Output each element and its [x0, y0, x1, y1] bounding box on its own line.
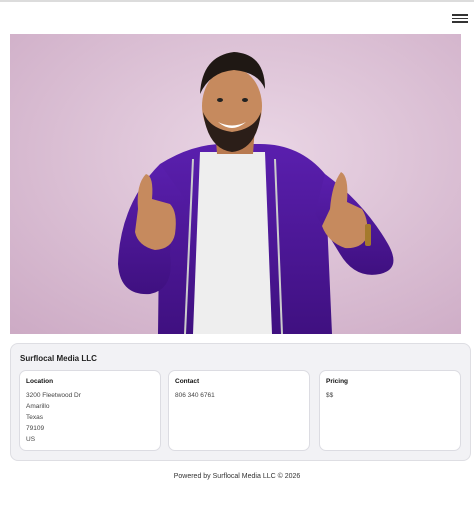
- business-info-card: Surflocal Media LLC Location 3200 Fleetw…: [10, 343, 471, 461]
- top-navigation-bar: [0, 0, 474, 30]
- location-title: Location: [26, 378, 54, 385]
- contact-section: Contact 806 340 6761: [168, 370, 310, 451]
- pricing-title: Pricing: [326, 378, 349, 385]
- hamburger-menu-icon[interactable]: [452, 14, 468, 24]
- location-city: Amarillo: [26, 403, 50, 410]
- contact-phone[interactable]: 806 340 6761: [175, 390, 303, 401]
- hero-image: [10, 34, 461, 334]
- pricing-value: $$: [326, 392, 334, 399]
- footer-text: Powered by Surflocal Media LLC © 2026: [173, 473, 301, 480]
- pricing-section: Pricing $$: [319, 370, 461, 451]
- contact-title: Contact: [175, 378, 200, 385]
- hero-photo-illustration: [10, 34, 461, 334]
- location-state: Texas: [26, 414, 43, 421]
- location-country: US: [26, 436, 36, 443]
- location-zip: 79109: [26, 425, 45, 432]
- business-name: Surflocal Media LLC: [20, 354, 97, 363]
- location-street: 3200 Fleetwood Dr: [26, 392, 81, 399]
- location-section: Location 3200 Fleetwood Dr Amarillo Texa…: [19, 370, 161, 451]
